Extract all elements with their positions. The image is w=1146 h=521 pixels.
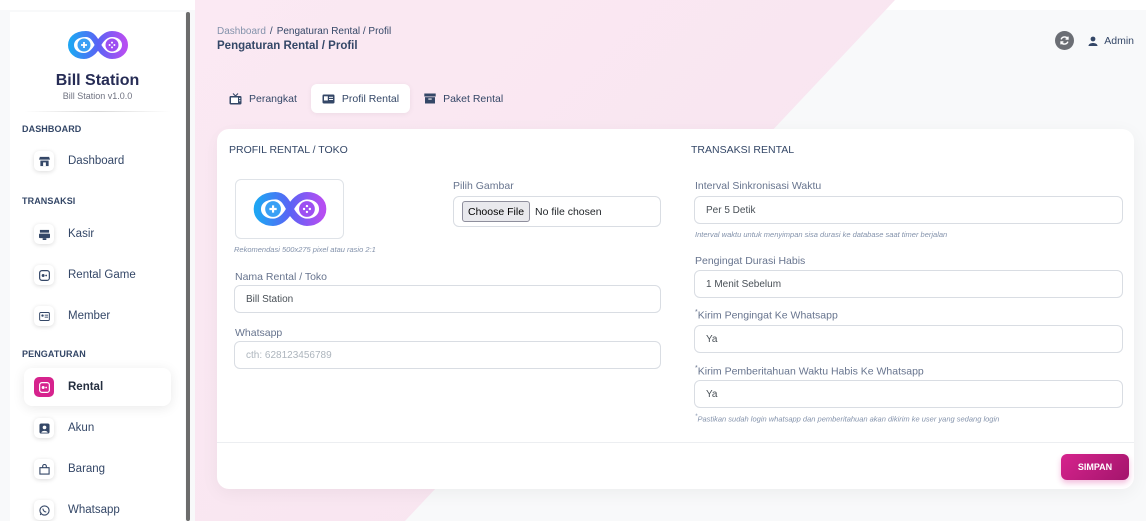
nav-section-transaksi: TRANSAKSI	[22, 196, 76, 206]
tab-perangkat[interactable]: Perangkat	[218, 84, 308, 113]
logo-icon[interactable]	[67, 26, 129, 64]
brand-name: Bill Station	[55, 72, 140, 89]
sidebar-item-barang[interactable]: Barang	[24, 450, 171, 488]
nav-section-pengaturan: PENGATURAN	[22, 349, 86, 359]
whatsapp-footnote-text: Pastikan sudah login whatsapp dan pember…	[697, 414, 1000, 424]
store-icon	[34, 151, 54, 171]
tab-label: Paket Rental	[443, 92, 504, 105]
breadcrumb-current: Pengaturan Rental / Profil	[276, 26, 392, 37]
brand-version: Bill Station v1.0.0	[62, 91, 133, 101]
settings-card: PROFIL RENTAL / TOKO TRANSAKSI RENTAL Re…	[217, 129, 1134, 489]
reminder-label: Pengingat Durasi Habis	[695, 255, 806, 267]
user-name: Admin	[1104, 34, 1134, 47]
cashier-icon	[34, 224, 54, 244]
choose-file-button[interactable]: Choose File	[462, 201, 531, 222]
sidebar-item-label: Member	[68, 310, 111, 322]
whatsapp-label: Whatsapp	[235, 327, 283, 339]
breadcrumb-separator: /	[269, 26, 273, 37]
save-button[interactable]: SIMPAN	[1061, 454, 1129, 480]
breadcrumb: Dashboard / Pengaturan Rental / Profil	[217, 26, 391, 37]
sidebar-item-label: Barang	[68, 463, 106, 475]
divider	[24, 111, 171, 112]
file-status: No file chosen	[535, 205, 602, 218]
whatsapp-footnote: *Pastikan sudah login whatsapp dan pembe…	[695, 413, 999, 424]
name-label: Nama Rental / Toko	[235, 271, 328, 283]
sync-interval-select[interactable]: Per 5 Detik	[694, 196, 1123, 224]
wa-expired-label: *Kirim Pemberitahuan Waktu Habis Ke What…	[695, 365, 924, 378]
sidebar-item-member[interactable]: Member	[24, 297, 171, 335]
bag-icon	[34, 459, 54, 479]
name-input[interactable]: Bill Station	[234, 285, 661, 313]
sidebar-item-label: Kasir	[68, 228, 95, 240]
tab-label: Profil Rental	[341, 92, 400, 105]
gamepad-icon	[34, 377, 54, 397]
box-icon	[424, 93, 436, 104]
sidebar-item-dashboard[interactable]: Dashboard	[24, 142, 171, 180]
wa-reminder-label: *Kirim Pengingat Ke Whatsapp	[695, 309, 838, 322]
sidebar-item-rental[interactable]: Rental	[24, 368, 171, 406]
sync-icon[interactable]	[1055, 31, 1075, 50]
sidebar-item-whatsapp[interactable]: Whatsapp	[24, 491, 171, 521]
sidebar-item-label: Rental	[68, 381, 104, 393]
id-card-icon	[322, 94, 335, 103]
whatsapp-input[interactable]: cth: 628123456789	[234, 341, 661, 369]
section-title-transaksi: TRANSAKSI RENTAL	[691, 144, 795, 156]
sidebar-item-label: Whatsapp	[68, 504, 120, 516]
sidebar-item-rental-game[interactable]: Rental Game	[24, 256, 171, 294]
tab-label: Perangkat	[249, 92, 297, 105]
wa-expired-select[interactable]: Ya	[694, 380, 1123, 408]
sync-interval-label: Interval Sinkronisasi Waktu	[695, 180, 822, 192]
sidebar-item-label: Akun	[68, 422, 95, 434]
logo-icon	[253, 192, 326, 226]
sidebar-scrollbar[interactable]	[186, 12, 190, 521]
breadcrumb-root[interactable]: Dashboard	[217, 26, 266, 37]
page-title: Pengaturan Rental / Profil	[217, 40, 358, 52]
user-menu[interactable]: Admin	[1088, 35, 1134, 47]
sync-interval-hint: Interval waktu untuk menyimpan sisa dura…	[695, 230, 948, 239]
tab-profil-rental[interactable]: Profil Rental	[310, 84, 411, 113]
top-right-actions: Admin	[1055, 31, 1134, 50]
whatsapp-icon	[34, 500, 54, 520]
image-hint: Rekomendasi 500x275 pixel atau rasio 2:1	[234, 245, 376, 254]
tab-bar: Perangkat Profil Rental Paket Rental	[218, 84, 517, 113]
wa-expired-label-text: Kirim Pemberitahuan Waktu Habis Ke Whats…	[697, 365, 924, 378]
member-card-icon	[34, 306, 54, 326]
wa-reminder-label-text: Kirim Pengingat Ke Whatsapp	[697, 309, 838, 322]
user-icon	[1088, 36, 1098, 46]
image-file-input[interactable]: Choose File No file chosen	[453, 196, 661, 227]
tv-icon	[229, 92, 242, 104]
brand: Bill Station Bill Station v1.0.0	[10, 12, 185, 101]
wa-reminder-select[interactable]: Ya	[694, 325, 1123, 353]
sidebar-item-label: Dashboard	[68, 155, 125, 167]
page-header: Dashboard / Pengaturan Rental / Profil Pen…	[217, 26, 391, 52]
profile-image-preview	[235, 179, 344, 239]
sidebar-item-kasir[interactable]: Kasir	[24, 215, 171, 253]
nav-section-dashboard: DASHBOARD	[22, 124, 82, 134]
user-circle-icon	[34, 418, 54, 438]
tab-paket-rental[interactable]: Paket Rental	[413, 84, 514, 113]
section-title-profil: PROFIL RENTAL / TOKO	[229, 144, 348, 156]
sidebar-item-label: Rental Game	[68, 269, 136, 281]
divider	[217, 442, 1134, 443]
sidebar: Bill Station Bill Station v1.0.0 DASHBOA…	[10, 12, 185, 521]
sidebar-item-akun[interactable]: Akun	[24, 409, 171, 447]
pick-image-label: Pilih Gambar	[453, 180, 514, 192]
gamepad-icon	[34, 265, 54, 285]
reminder-select[interactable]: 1 Menit Sebelum	[694, 270, 1123, 298]
